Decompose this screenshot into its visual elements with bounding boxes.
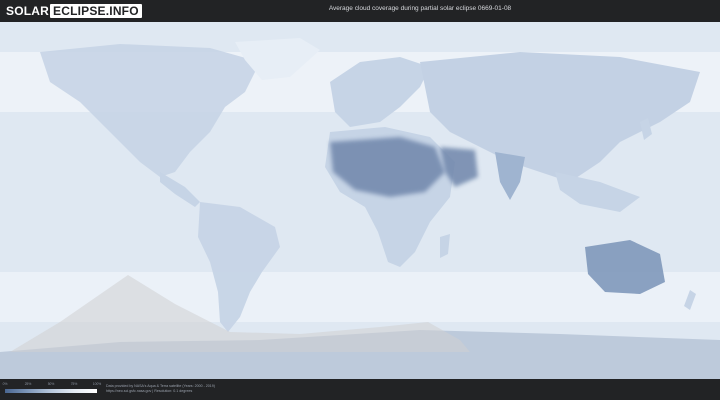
logo-eclipse-info: ECLIPSE.INFO [50, 4, 142, 18]
top-bar: SOLAR ECLIPSE.INFO Average cloud coverag… [0, 0, 720, 22]
legend-tick: 50% [47, 382, 55, 386]
page-title: Average cloud coverage during partial so… [328, 5, 512, 12]
data-credit: Data provided by NASA's Aqua & Terra sat… [106, 384, 215, 394]
legend-tick: 0% [2, 382, 8, 386]
legend-tick: 25% [24, 382, 32, 386]
world-map-svg [0, 22, 720, 379]
credit-line-2[interactable]: https://neo.sci.gsfc.nasa.gov | Resoluti… [106, 389, 215, 394]
logo-solar: SOLAR [6, 4, 49, 18]
site-logo[interactable]: SOLAR ECLIPSE.INFO [6, 3, 142, 19]
legend-ticks: 0% 25% 50% 75% 100% [2, 382, 102, 388]
legend-tick: 75% [70, 382, 78, 386]
legend-tick: 100% [92, 382, 102, 386]
cloud-coverage-map [0, 22, 720, 379]
legend-gradient-bar [5, 389, 97, 393]
footer: 0% 25% 50% 75% 100% Data provided by NAS… [0, 379, 720, 400]
